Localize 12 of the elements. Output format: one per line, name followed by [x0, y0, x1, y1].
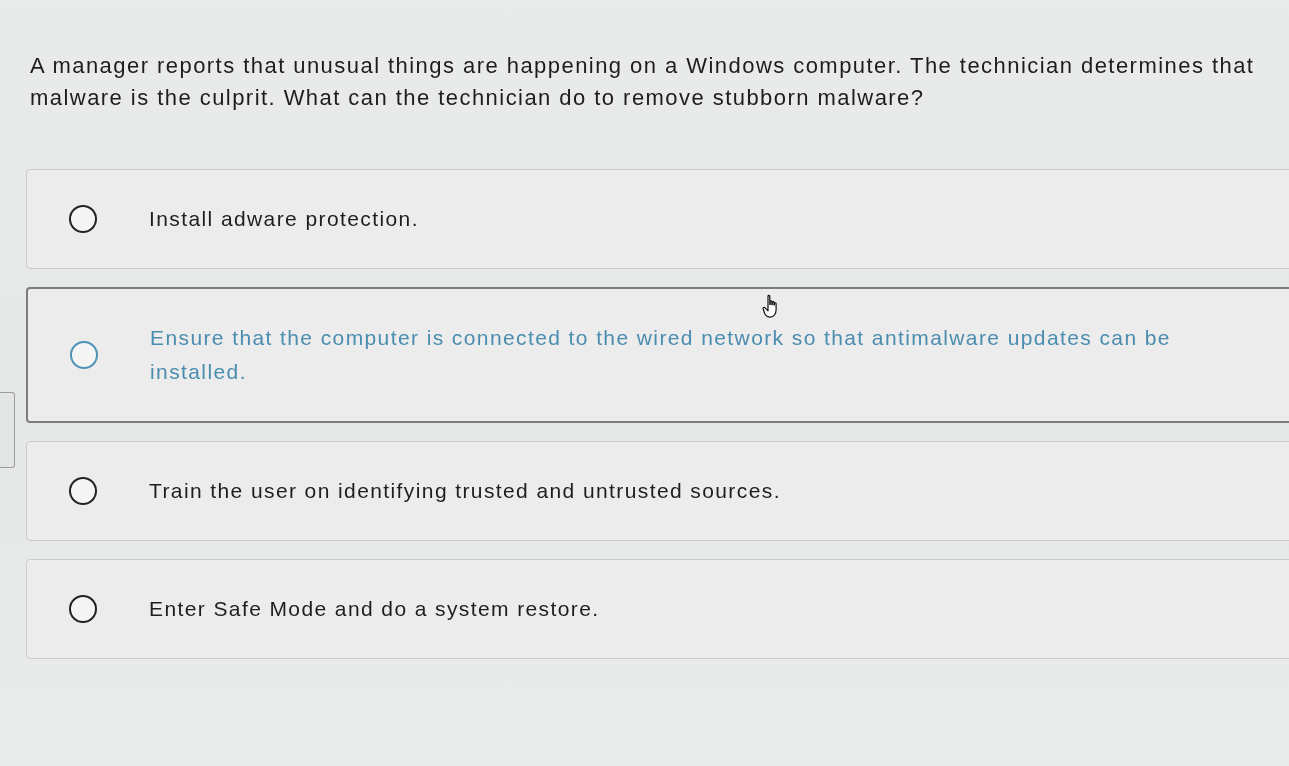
radio-button[interactable] [70, 341, 98, 369]
radio-button[interactable] [69, 595, 97, 623]
answer-text: Enter Safe Mode and do a system restore. [149, 596, 601, 622]
answer-text: Train the user on identifying trusted and untrusted sources. [149, 478, 782, 504]
answer-option[interactable]: Enter Safe Mode and do a system restore. [26, 559, 1289, 659]
radio-button[interactable] [69, 477, 97, 505]
question-text: A manager reports that unusual things are happening on a Windows computer. The technician determines that malware is the culprit. What can the technician do to remove stubborn malware? [30, 52, 1256, 112]
answer-option[interactable]: Install adware protection. [26, 169, 1289, 269]
answer-text: Ensure that the computer is connected to the wired network so that antimalware updates can be installed. [150, 325, 1172, 385]
radio-button[interactable] [69, 205, 97, 233]
answer-text: Install adware protection. [149, 206, 420, 232]
answer-option[interactable]: Train the user on identifying trusted and untrusted sources. [26, 441, 1289, 541]
